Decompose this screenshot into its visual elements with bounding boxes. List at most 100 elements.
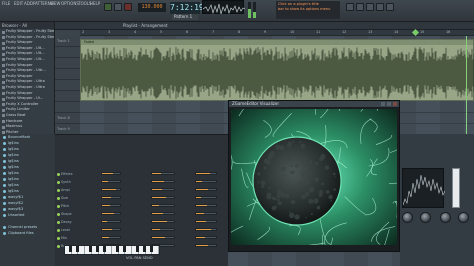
control-slider[interactable] — [195, 204, 217, 207]
pan-knob[interactable] — [402, 212, 413, 223]
control-label: Level — [61, 228, 70, 232]
keyboard-controls-label: VOL PAN SEND — [126, 256, 153, 260]
control-slider[interactable] — [151, 220, 175, 223]
control-slider[interactable] — [101, 188, 121, 191]
cpu-meter — [248, 2, 251, 18]
piano-roll-button[interactable] — [356, 3, 364, 11]
oscilloscope — [202, 0, 246, 15]
track-label[interactable] — [55, 102, 80, 113]
control-slider[interactable] — [151, 180, 175, 183]
control-slider[interactable] — [151, 196, 175, 199]
ruler-tick: 8 — [238, 30, 241, 34]
control-slider[interactable] — [101, 204, 121, 207]
channel-rack-button[interactable] — [366, 3, 374, 11]
record-button[interactable] — [124, 3, 132, 11]
control-slider[interactable] — [151, 212, 175, 215]
wave-preview-graphic — [402, 174, 446, 206]
control-slider[interactable] — [195, 228, 217, 231]
piano-key[interactable] — [112, 246, 119, 254]
control-slider[interactable] — [151, 236, 175, 239]
control-slider[interactable] — [151, 228, 175, 231]
control-slider[interactable] — [101, 172, 121, 175]
mixer-button[interactable] — [376, 3, 384, 11]
channel-item[interactable]: Unsorted — [0, 212, 55, 218]
control-row[interactable]: Effects — [55, 171, 228, 177]
track-label[interactable] — [55, 58, 80, 69]
track-label[interactable]: Track 1 — [55, 36, 80, 47]
led-icon — [57, 180, 60, 184]
menu-edit[interactable]: EDIT — [14, 1, 23, 6]
piano-key[interactable] — [105, 246, 113, 254]
control-slider[interactable] — [151, 204, 175, 207]
control-slider[interactable] — [195, 220, 217, 223]
piano-key[interactable] — [132, 246, 140, 254]
control-slider[interactable] — [195, 180, 217, 183]
gain-knob[interactable] — [440, 212, 451, 223]
control-row[interactable]: Level — [55, 227, 228, 233]
piano-key[interactable] — [72, 246, 79, 254]
control-slider[interactable] — [101, 220, 121, 223]
control-slider[interactable] — [195, 244, 217, 247]
piano-key[interactable] — [92, 246, 99, 254]
control-slider[interactable] — [101, 228, 121, 231]
plugin-window[interactable]: ZGameEditor Visualizer — [228, 100, 400, 252]
control-row[interactable]: Pitch — [55, 203, 228, 209]
control-slider[interactable] — [195, 196, 217, 199]
control-slider[interactable] — [195, 172, 217, 175]
control-row[interactable]: Size — [55, 195, 228, 201]
playlist-button[interactable] — [346, 3, 354, 11]
control-slider[interactable] — [101, 212, 121, 215]
control-slider[interactable] — [151, 188, 175, 191]
track-label[interactable]: Track 8 — [55, 113, 80, 124]
piano-key[interactable] — [152, 246, 160, 254]
piano-keyboard[interactable] — [64, 245, 160, 255]
led-icon — [57, 196, 60, 200]
ruler-tick: 14 — [394, 30, 399, 34]
control-row[interactable]: Ampl — [55, 187, 228, 193]
control-slider[interactable] — [151, 172, 175, 175]
control-row[interactable]: Synth — [55, 179, 228, 185]
track-label[interactable] — [55, 80, 80, 91]
pattern-selector[interactable]: Pattern 1 — [172, 14, 198, 20]
control-row[interactable]: Decay — [55, 219, 228, 225]
close-icon[interactable] — [393, 102, 397, 106]
control-row[interactable]: Shape — [55, 211, 228, 217]
led-icon — [57, 228, 60, 232]
control-slider[interactable] — [101, 236, 121, 239]
piano-key[interactable] — [78, 246, 86, 254]
piano-key[interactable] — [65, 246, 72, 254]
plugin-titlebar[interactable]: ZGameEditor Visualizer — [229, 101, 399, 107]
piano-key[interactable] — [85, 246, 93, 254]
control-slider[interactable] — [101, 196, 121, 199]
control-slider[interactable] — [195, 212, 217, 215]
play-button[interactable] — [104, 3, 112, 11]
menu-view[interactable]: VIEW — [50, 1, 60, 6]
audio-clip[interactable]: Faded — [80, 39, 474, 101]
piano-key[interactable] — [99, 246, 106, 254]
tempo-display[interactable]: 130.000 — [138, 3, 166, 12]
track-label[interactable] — [55, 69, 80, 80]
piano-key[interactable] — [139, 246, 146, 254]
track-label[interactable] — [55, 91, 80, 102]
browser-button[interactable] — [386, 3, 394, 11]
piano-key[interactable] — [119, 246, 126, 254]
ruler-tick: 4 — [134, 30, 137, 34]
track-label[interactable] — [55, 47, 80, 58]
menu-help[interactable]: HELP — [90, 1, 100, 6]
clipboard-files-item[interactable]: Clipboard files — [0, 230, 55, 236]
menu-file[interactable]: FILE — [2, 1, 10, 6]
maximize-icon[interactable] — [387, 102, 391, 106]
piano-key[interactable] — [125, 246, 133, 254]
stop-button[interactable] — [114, 3, 122, 11]
control-slider[interactable] — [195, 236, 217, 239]
volume-knob[interactable] — [420, 212, 431, 223]
piano-key[interactable] — [146, 246, 153, 254]
volume-fader[interactable] — [452, 168, 460, 208]
menu-options[interactable]: OPTIONS — [61, 1, 79, 6]
mix-knob[interactable] — [458, 212, 469, 223]
menu-add[interactable]: ADD — [24, 1, 33, 6]
control-slider[interactable] — [101, 180, 121, 183]
minimize-icon[interactable] — [381, 102, 385, 106]
control-row[interactable]: Mix — [55, 235, 228, 241]
control-slider[interactable] — [195, 188, 217, 191]
